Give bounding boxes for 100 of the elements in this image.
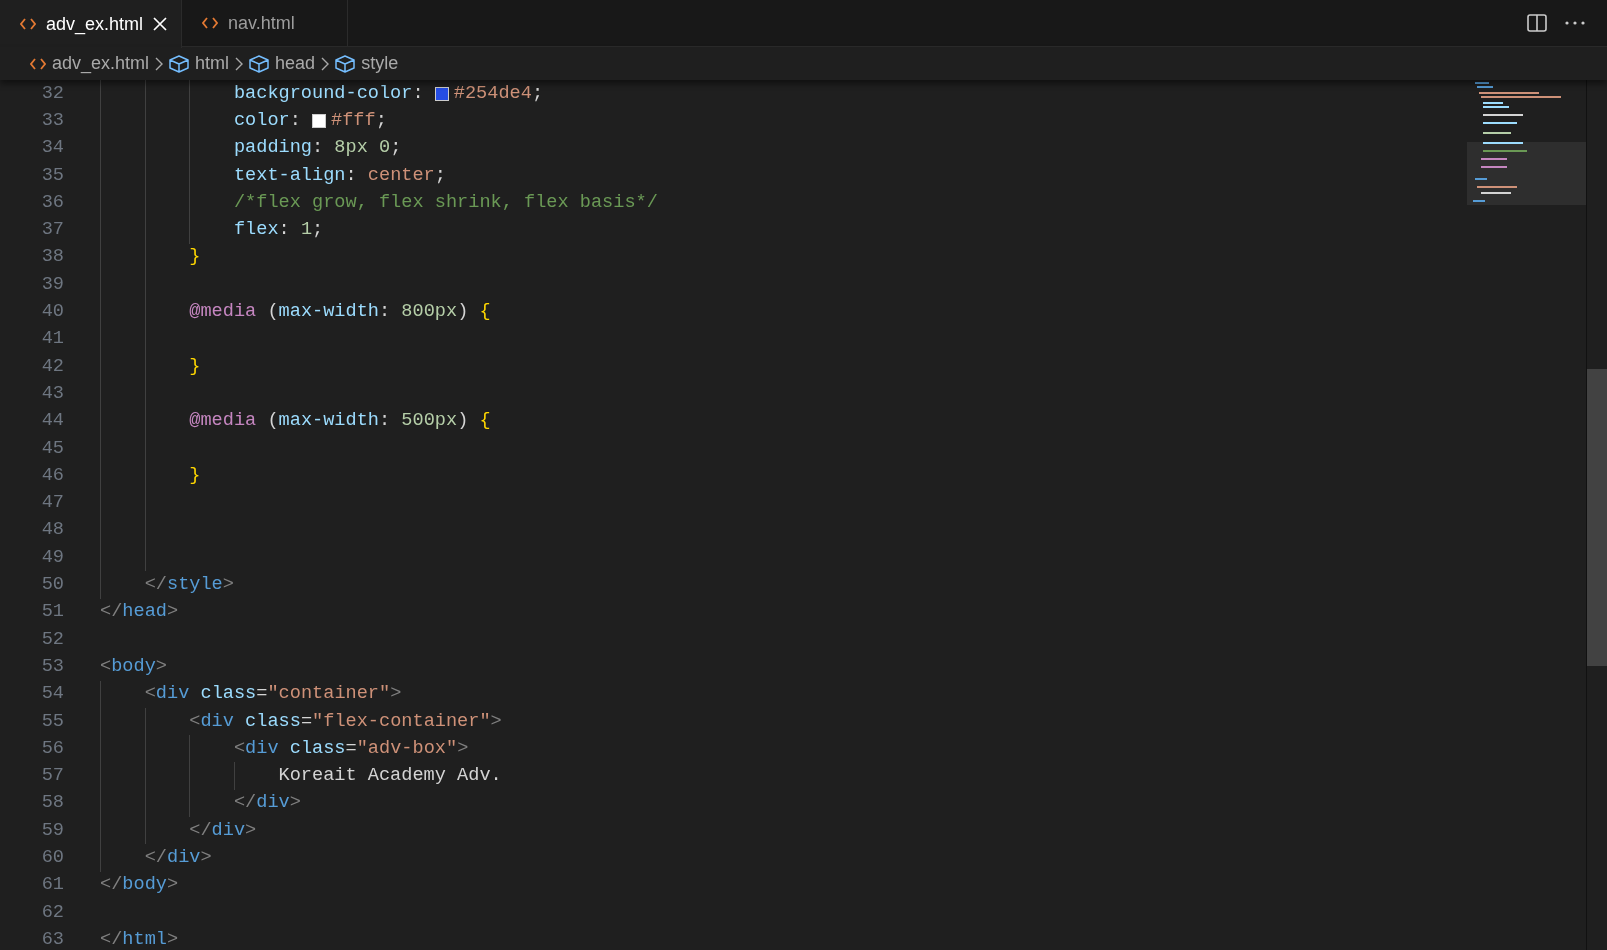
- number-value: 500px: [401, 409, 458, 434]
- chevron-icon: [321, 56, 330, 71]
- tag-bracket: >: [245, 818, 257, 843]
- line-number: 56: [40, 736, 64, 761]
- string-value: "container": [267, 682, 391, 707]
- attribute-name: class: [289, 736, 346, 761]
- tag-name: body: [122, 873, 167, 898]
- brace: }: [189, 463, 201, 488]
- tag-bracket: </: [189, 818, 212, 843]
- line-number: 37: [40, 218, 64, 243]
- brace: {: [479, 409, 491, 434]
- cube-icon: [169, 54, 190, 73]
- breadcrumb-item[interactable]: style: [335, 50, 399, 77]
- string-value: #fff: [331, 109, 376, 133]
- tag-bracket: >: [457, 736, 469, 761]
- attribute-name: class: [200, 682, 257, 707]
- tag-bracket: </: [100, 873, 123, 898]
- tag-bracket: <: [144, 682, 156, 707]
- line-number: 61: [40, 873, 64, 898]
- line-number: 42: [40, 354, 64, 379]
- tag-name: html: [122, 927, 167, 950]
- brace: {: [479, 300, 491, 325]
- code-file-icon: [202, 17, 219, 29]
- property-name: max-width: [278, 300, 379, 325]
- tag-name: div: [155, 682, 190, 707]
- tag-bracket: </: [144, 573, 167, 598]
- brace: }: [189, 354, 201, 379]
- brace: }: [189, 245, 201, 270]
- code-file-icon: [20, 18, 36, 30]
- code-text: :: [289, 109, 302, 133]
- string-value: "adv-box": [356, 736, 458, 761]
- tag-bracket: >: [166, 873, 179, 898]
- line-number: 35: [40, 163, 64, 188]
- at-rule: @media: [189, 300, 257, 325]
- cube-icon: [335, 54, 356, 73]
- property-name: text-align: [233, 163, 346, 188]
- breadcrumb-item[interactable]: html: [169, 50, 230, 77]
- tag-bracket: </: [100, 600, 123, 625]
- editor-tab[interactable]: adv_ex.html: [0, 0, 183, 48]
- number-value: 800px: [401, 300, 458, 325]
- line-number: 43: [40, 381, 64, 406]
- line-number: 57: [40, 764, 64, 789]
- code-text: :: [379, 409, 392, 434]
- code-comment: /*flex grow, flex shrink, flex basis*/: [233, 190, 658, 215]
- code-text: ): [457, 409, 470, 434]
- line-number: 40: [40, 300, 64, 325]
- line-number: 47: [40, 491, 64, 516]
- property-name: max-width: [278, 409, 379, 434]
- code-file-icon: [30, 57, 46, 70]
- tag-bracket: >: [490, 709, 502, 734]
- property-name: flex: [233, 218, 279, 243]
- code-text: =: [300, 709, 313, 734]
- line-number: 60: [40, 846, 64, 870]
- cube-icon: [249, 54, 270, 73]
- property-name: background-color: [233, 81, 413, 106]
- breadcrumb-item[interactable]: head: [249, 50, 316, 77]
- property-name: padding: [233, 136, 312, 161]
- line-number: 63: [40, 927, 64, 950]
- tag-bracket: >: [155, 654, 167, 679]
- number-value: 1: [300, 218, 313, 243]
- code-text: (: [267, 409, 279, 434]
- code-text: :: [312, 136, 325, 161]
- tag-bracket: >: [166, 600, 179, 625]
- color-swatch[interactable]: [434, 86, 449, 101]
- close-icon[interactable]: [153, 17, 168, 31]
- chevron-icon: [155, 56, 164, 71]
- tag-bracket: >: [289, 791, 301, 816]
- line-number: 62: [40, 900, 64, 925]
- split-editor-icon[interactable]: [1527, 14, 1547, 32]
- tag-bracket: <: [189, 709, 201, 734]
- tag-name: head: [122, 600, 167, 625]
- code-text: :: [412, 81, 425, 106]
- string-value: center: [367, 163, 435, 188]
- code-text: ;: [312, 218, 324, 243]
- tag-bracket: >: [166, 927, 179, 950]
- line-number: 44: [40, 409, 64, 434]
- code-text: ;: [375, 109, 387, 133]
- line-number: 49: [40, 545, 64, 570]
- string-value: #254de4: [453, 81, 532, 106]
- code-text: =: [345, 736, 357, 761]
- tag-bracket: >: [222, 573, 234, 598]
- tag-name: style: [166, 573, 223, 598]
- breadcrumb-item[interactable]: adv_ex.html: [30, 50, 150, 77]
- property-name: color: [233, 109, 290, 133]
- tag-name: div: [245, 736, 279, 761]
- tag-name: body: [111, 654, 156, 679]
- tag-name: div: [256, 791, 290, 816]
- code-text: Koreait Academy Adv.: [278, 764, 502, 789]
- tag-bracket: </: [144, 846, 167, 870]
- line-number: 46: [40, 463, 64, 488]
- at-rule: @media: [189, 409, 257, 434]
- color-swatch[interactable]: [312, 113, 327, 128]
- more-icon[interactable]: [1565, 21, 1585, 25]
- scrollbar-thumb[interactable]: [1587, 369, 1607, 666]
- tag-bracket: >: [390, 682, 402, 707]
- line-number: 55: [40, 709, 64, 734]
- code-text: :: [345, 163, 358, 188]
- code-text: (: [267, 300, 279, 325]
- tag-bracket: <: [100, 654, 112, 679]
- code-text: ): [457, 300, 470, 325]
